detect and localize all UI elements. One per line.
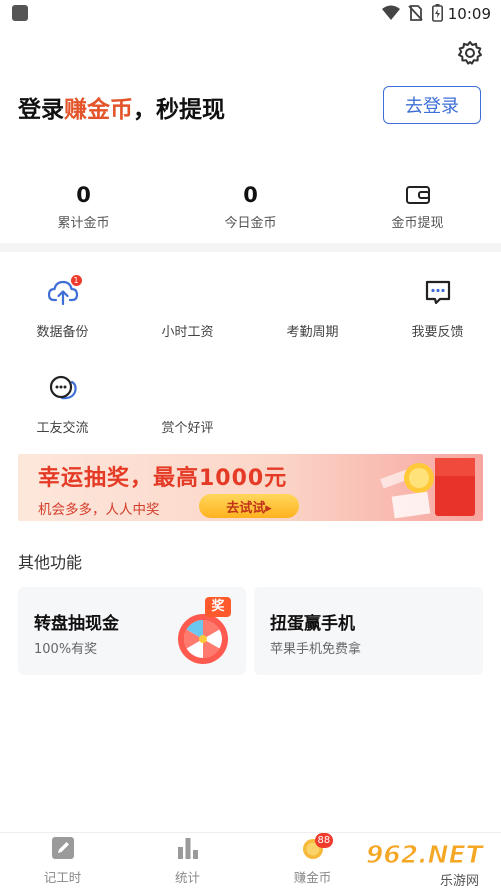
grid-item-hourly-wage[interactable]: 小时工资 — [125, 278, 250, 340]
today-coins-label: 今日金币 — [224, 216, 277, 231]
app-notification-icon — [12, 5, 28, 21]
edit-icon — [51, 837, 74, 859]
grid-item-feedback[interactable]: 我要反馈 — [375, 278, 500, 340]
watermark-logo: 962.NET 乐游网 — [358, 836, 498, 890]
card-title: 扭蛋赢手机 — [270, 614, 355, 634]
lucky-draw-banner[interactable]: 幸运抽奖，最高1000元 机会多多，人人中奖 去试试▸ — [18, 454, 483, 521]
title-highlight: 赚金币 — [64, 97, 133, 123]
grid-label: 数据备份 — [36, 325, 89, 340]
wallet-icon — [405, 186, 430, 204]
tab-earn-coins[interactable]: 88 赚金币 — [250, 833, 375, 886]
chart-icon-wrap — [176, 836, 200, 860]
gift-box-illustration — [380, 458, 475, 519]
tab-label: 统计 — [174, 870, 200, 885]
feedback-icon-wrap — [423, 278, 453, 308]
empty-icon-slot — [173, 374, 203, 404]
no-sim-icon — [408, 5, 423, 21]
coin-badge: 88 — [314, 833, 334, 848]
coin-icon-wrap: 88 — [301, 833, 334, 860]
total-coins-value: 0 — [76, 183, 91, 207]
grid-item-worker-chat[interactable]: 工友交流 — [0, 374, 125, 436]
grid-item-data-backup[interactable]: 1 数据备份 — [0, 275, 125, 340]
empty-icon-slot — [298, 278, 328, 308]
title-prefix: 登录 — [18, 97, 64, 123]
grid-item-rate-app[interactable]: 赏个好评 — [125, 374, 250, 436]
total-coins-label: 累计金币 — [57, 216, 110, 231]
wifi-icon — [382, 5, 400, 20]
tab-label: 赚金币 — [293, 870, 332, 885]
banner-subtitle: 机会多多，人人中奖 — [38, 502, 160, 518]
card-subtitle: 苹果手机免费拿 — [270, 642, 362, 657]
section-title: 其他功能 — [18, 553, 83, 572]
grid-label: 小时工资 — [161, 325, 214, 340]
empty-icon-slot — [173, 278, 203, 308]
title-suffix: ，秒提现 — [133, 97, 225, 123]
withdraw-icon-wrap — [334, 182, 501, 208]
grid-label: 我要反馈 — [411, 325, 464, 340]
tab-record-hours[interactable]: 记工时 — [0, 836, 125, 886]
feedback-chat-icon — [425, 280, 450, 305]
status-bar: 10:09 — [0, 0, 501, 28]
watermark-subtext: 乐游网 — [440, 874, 480, 889]
card-wheel-cash[interactable]: 转盘抽现金 100%有奖 奖 — [18, 587, 246, 675]
login-button[interactable]: 去登录 — [383, 86, 481, 124]
today-coins-stat[interactable]: 0 今日金币 — [167, 182, 334, 231]
withdraw-coins-stat[interactable]: 金币提现 — [334, 182, 501, 231]
settings-gear-icon[interactable] — [457, 40, 483, 66]
edit-icon-wrap — [51, 836, 75, 860]
card-title: 转盘抽现金 — [34, 614, 119, 634]
today-coins-value: 0 — [243, 183, 258, 207]
chat-bubbles-icon — [49, 375, 77, 400]
tab-label: 记工时 — [43, 870, 82, 885]
login-promo-title: 登录赚金币，秒提现 — [18, 90, 225, 124]
try-button[interactable]: 去试试▸ — [199, 494, 299, 518]
withdraw-label: 金币提现 — [391, 216, 444, 231]
watermark-text: 962.NET — [366, 840, 484, 870]
card-subtitle: 100%有奖 — [34, 642, 98, 657]
card-gashapon-phone[interactable]: 扭蛋赢手机 苹果手机免费拿 — [254, 587, 483, 675]
tab-statistics[interactable]: 统计 — [125, 836, 250, 886]
battery-charging-icon — [432, 4, 443, 22]
bar-chart-icon — [177, 838, 198, 859]
banner-title: 幸运抽奖，最高1000元 — [38, 466, 288, 491]
notification-badge: 1 — [70, 275, 82, 286]
total-coins-stat[interactable]: 0 累计金币 — [0, 182, 167, 231]
grid-label: 工友交流 — [36, 421, 89, 436]
cloud-upload-icon-wrap: 1 — [47, 275, 82, 308]
grid-label: 考勤周期 — [286, 325, 339, 340]
grid-item-attendance-cycle[interactable]: 考勤周期 — [250, 278, 375, 340]
section-divider — [0, 243, 501, 252]
clock: 10:09 — [447, 5, 491, 23]
chat-icon-wrap — [48, 374, 78, 404]
grid-label: 赏个好评 — [161, 421, 214, 436]
prize-badge: 奖 — [211, 599, 225, 614]
